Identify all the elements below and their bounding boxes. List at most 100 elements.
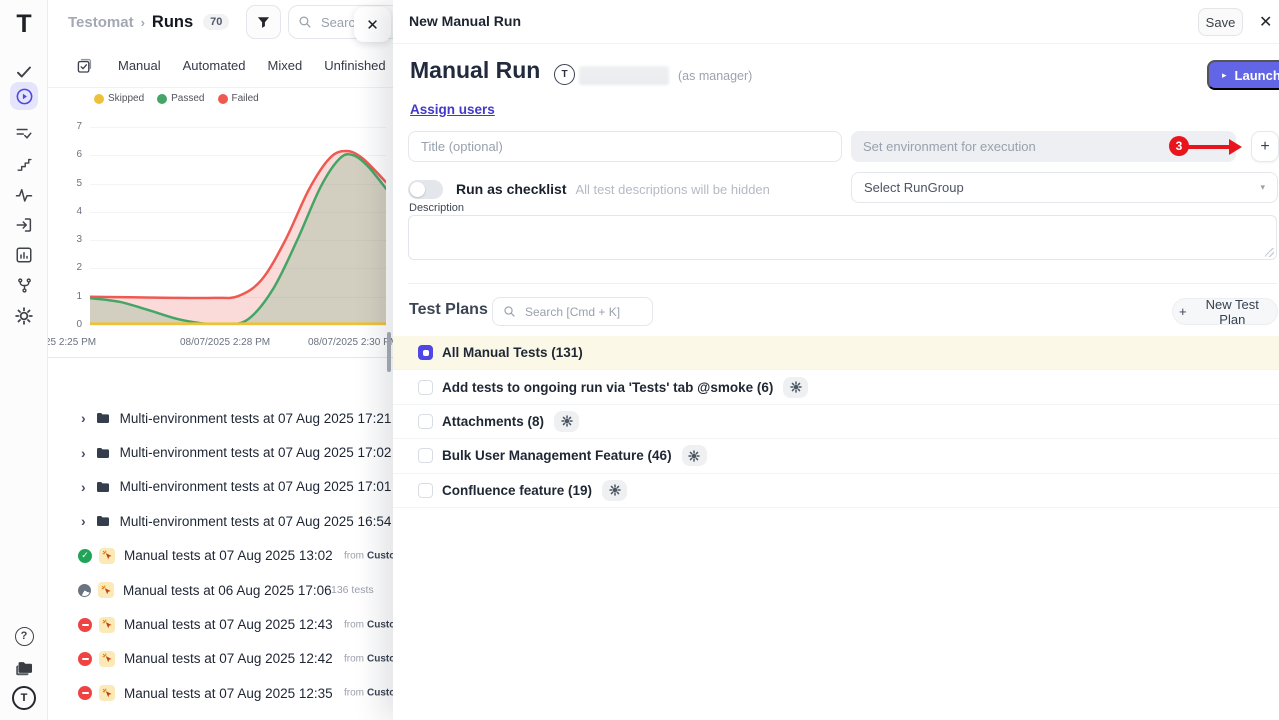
run-row[interactable]: Manual tests at 07 Aug 2025 12:35 fromCu… [48, 676, 393, 710]
launch-button[interactable]: ▸Launch [1207, 60, 1279, 90]
plan-label: Confluence feature (19) [442, 483, 592, 498]
status-failed-icon [78, 652, 92, 666]
test-plan-row[interactable]: Bulk User Management Feature (46) [393, 439, 1279, 473]
test-plan-row[interactable]: All Manual Tests (131) [393, 336, 1279, 370]
chevron-right-icon[interactable]: › [81, 446, 86, 460]
run-row[interactable]: Manual tests at 07 Aug 2025 12:42 fromCu… [48, 642, 393, 676]
gear-icon [609, 484, 621, 496]
test-plan-list: All Manual Tests (131) Add tests to ongo… [393, 336, 1279, 508]
new-manual-run-drawer: New Manual Run Save ✕ Manual Run T (as m… [393, 0, 1279, 720]
drawer-topbar: New Manual Run Save ✕ [393, 0, 1279, 44]
plan-label: Attachments (8) [442, 414, 544, 429]
run-row[interactable]: Manual tests at 07 Aug 2025 12:43 fromCu… [48, 607, 393, 641]
plan-checkbox[interactable] [418, 380, 433, 395]
profile-button[interactable]: T [10, 684, 38, 712]
plan-settings-button[interactable] [554, 411, 579, 432]
save-button[interactable]: Save [1198, 8, 1243, 36]
run-folder-row[interactable]: › Multi-environment tests at 07 Aug 2025… [48, 504, 393, 538]
plan-checkbox[interactable] [418, 414, 433, 429]
run-row[interactable]: Manual tests at 06 Aug 2025 17:06 136 te… [48, 573, 393, 607]
test-plans-search-input[interactable] [523, 304, 633, 320]
folder-icon [95, 513, 111, 529]
breadcrumb-project[interactable]: Testomat [68, 14, 134, 31]
y-tick-label: 6 [56, 149, 82, 160]
sidebar-item-settings[interactable] [10, 302, 38, 330]
chevron-down-icon: ▾ [1260, 182, 1265, 193]
sidebar-item-analytics[interactable] [10, 181, 38, 209]
run-folder-row[interactable]: › Multi-environment tests at 07 Aug 2025… [48, 401, 393, 435]
run-label: Manual tests at 07 Aug 2025 12:43 [124, 617, 333, 632]
run-folder-row[interactable]: › Multi-environment tests at 07 Aug 2025… [48, 470, 393, 504]
run-row[interactable]: ✓ Manual tests at 07 Aug 2025 13:02 from… [48, 539, 393, 573]
clear-search-button[interactable]: ✕ [354, 7, 391, 42]
divider [408, 283, 1277, 284]
search-icon [503, 305, 516, 318]
failed-dot-icon [218, 94, 228, 104]
gear-icon [688, 450, 700, 462]
tab-mixed[interactable]: Mixed [268, 58, 303, 73]
manual-run-icon [99, 548, 115, 564]
y-tick-label: 0 [56, 319, 82, 330]
filter-button[interactable] [246, 5, 281, 39]
annotation-arrow-head [1229, 139, 1242, 155]
scrollbar-thumb[interactable] [387, 332, 391, 372]
run-as-checklist-toggle[interactable] [408, 180, 443, 199]
check-icon [15, 63, 33, 81]
app-logo[interactable]: T [10, 10, 38, 38]
app-window: T ? [0, 0, 1279, 720]
plan-checkbox[interactable] [418, 483, 433, 498]
chevron-right-icon[interactable]: › [81, 514, 86, 528]
resize-handle-icon[interactable] [1265, 248, 1274, 257]
plan-settings-button[interactable] [783, 377, 808, 398]
run-label: Multi-environment tests at 07 Aug 2025 1… [120, 479, 392, 494]
plan-label: Add tests to ongoing run via 'Tests' tab… [442, 380, 773, 395]
select-runs-button[interactable] [76, 58, 92, 74]
tab-unfinished[interactable]: Unfinished [324, 58, 385, 73]
test-plans-search[interactable] [492, 297, 653, 326]
description-field-wrap [408, 215, 1277, 260]
run-folder-row[interactable]: › Multi-environment tests at 07 Aug 2025… [48, 435, 393, 469]
rungroup-select[interactable]: Select RunGroup ▾ [851, 172, 1278, 203]
description-textarea[interactable] [408, 215, 1277, 260]
new-test-plan-button[interactable]: + New Test Plan [1172, 298, 1278, 325]
run-meta: fromCustom [344, 619, 393, 630]
plan-settings-button[interactable] [602, 480, 627, 501]
import-icon [15, 216, 33, 234]
sidebar-item-runs[interactable] [10, 82, 38, 110]
plan-checkbox[interactable] [418, 448, 433, 463]
chevron-right-icon[interactable]: › [81, 411, 86, 425]
sidebar-item-steps[interactable] [10, 150, 38, 178]
close-drawer-button[interactable]: ✕ [1259, 12, 1272, 32]
plus-icon: + [1179, 304, 1187, 319]
breadcrumb: Testomat › Runs 70 [68, 0, 229, 44]
add-environment-button[interactable]: + [1251, 131, 1279, 162]
run-meta: fromCustom [344, 688, 393, 699]
y-tick-label: 3 [56, 234, 82, 245]
run-title-input[interactable] [408, 131, 842, 162]
plan-checkbox-checked[interactable] [418, 345, 433, 360]
search-icon [298, 15, 312, 29]
sidebar-item-test-plans[interactable] [10, 120, 38, 148]
play-icon: ▸ [1222, 70, 1227, 81]
sidebar-item-import[interactable] [10, 211, 38, 239]
bar-chart-icon [15, 246, 33, 264]
test-plan-row[interactable]: Attachments (8) [393, 405, 1279, 439]
avatar-letter: T [21, 692, 28, 704]
sidebar-item-reports[interactable] [10, 241, 38, 269]
test-plan-row[interactable]: Confluence feature (19) [393, 474, 1279, 508]
plan-label: All Manual Tests (131) [442, 345, 583, 360]
chart-legend: Skipped Passed Failed [94, 93, 259, 104]
manager-note: (as manager) [678, 69, 752, 83]
sidebar-item-branches[interactable] [10, 271, 38, 299]
breadcrumb-section[interactable]: Runs [152, 13, 193, 32]
projects-button[interactable] [10, 654, 38, 682]
test-plan-row[interactable]: Add tests to ongoing run via 'Tests' tab… [393, 370, 1279, 404]
plan-settings-button[interactable] [682, 445, 707, 466]
runs-count-badge: 70 [203, 14, 229, 30]
tab-manual[interactable]: Manual [118, 58, 161, 73]
runs-panel: Testomat › Runs 70 ✕ Manual Automated Mi [48, 0, 393, 720]
chevron-right-icon[interactable]: › [81, 480, 86, 494]
assign-users-link[interactable]: Assign users [410, 102, 495, 117]
help-button[interactable]: ? [10, 622, 38, 650]
tab-automated[interactable]: Automated [183, 58, 246, 73]
